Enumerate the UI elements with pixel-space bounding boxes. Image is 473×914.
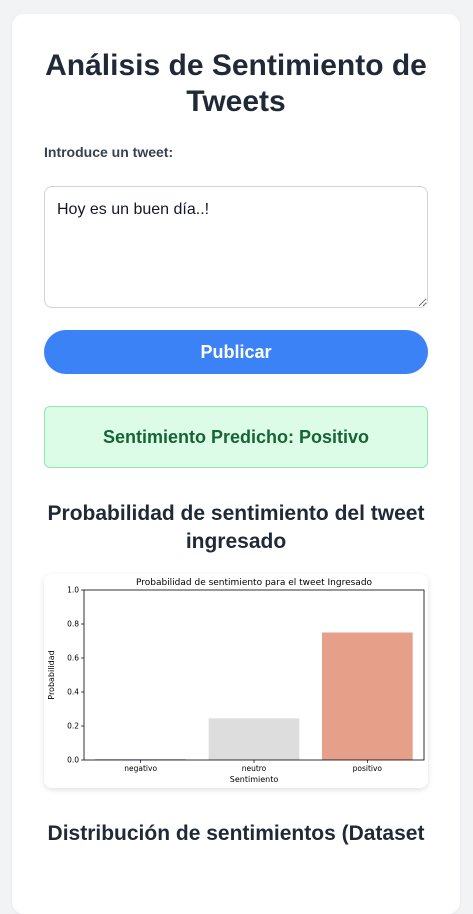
probability-chart: Probabilidad de sentimiento para el twee… xyxy=(47,578,425,784)
distribution-section-title: Distribución de sentimientos (Dataset xyxy=(47,822,425,845)
tweet-input[interactable]: Hoy es un buen día..! xyxy=(44,186,428,308)
prediction-label: Sentimiento Predicho: xyxy=(102,426,294,447)
y-tick-label: 0.8 xyxy=(67,620,79,629)
x-tick-label-positivo: positivo xyxy=(353,764,383,773)
y-axis-label: Probabilidad xyxy=(47,650,56,699)
y-tick-label: 0.4 xyxy=(67,688,79,697)
chart-bar-positivo xyxy=(322,632,413,760)
prediction-result-box: Sentimiento Predicho: Positivo xyxy=(44,406,428,468)
main-card: Análisis de Sentimiento de Tweets Introd… xyxy=(12,14,460,914)
chart-title: Probabilidad de sentimiento para el twee… xyxy=(136,578,373,588)
y-tick-label: 0.0 xyxy=(67,756,79,765)
probability-chart-card: Probabilidad de sentimiento para el twee… xyxy=(44,574,428,788)
y-tick-label: 0.6 xyxy=(67,654,79,663)
page-title: Análisis de Sentimiento de Tweets xyxy=(45,49,427,118)
chart-bar-neutro xyxy=(208,718,300,760)
tweet-input-label: Introduce un tweet: xyxy=(44,144,174,160)
x-axis-label: Sentimiento xyxy=(230,775,279,784)
publish-button[interactable]: Publicar xyxy=(44,330,428,374)
y-tick-label: 1.0 xyxy=(67,586,79,595)
y-tick-label: 0.2 xyxy=(67,722,79,731)
prediction-value: Positivo xyxy=(299,426,370,447)
probability-section-title: Probabilidad de sentimiento del tweet in… xyxy=(47,502,425,553)
x-tick-label-neutro: neutro xyxy=(242,764,267,773)
x-tick-label-negativo: negativo xyxy=(124,764,157,773)
